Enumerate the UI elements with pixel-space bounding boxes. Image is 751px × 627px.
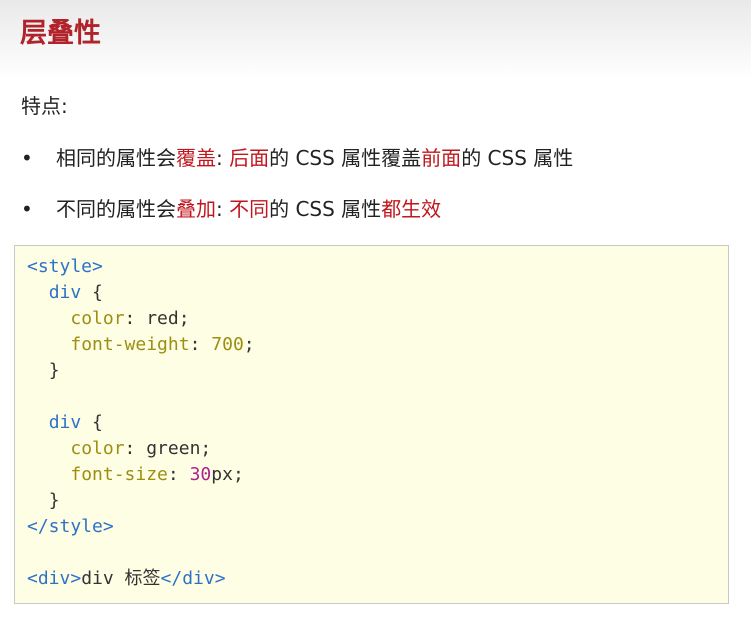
bullet-text: : — [216, 197, 230, 221]
code-value: : green; — [124, 438, 212, 459]
code-tag: <div> — [27, 568, 82, 589]
code-punct: : — [167, 464, 190, 485]
slide-header — [0, 0, 751, 80]
code-line: } — [27, 488, 60, 514]
code-line: <style> — [27, 254, 103, 280]
code-block: <style> div { color: red; font-weight: 7… — [14, 245, 729, 604]
code-text: div 标签 — [81, 568, 161, 589]
bullet-keyword: 不同 — [229, 197, 270, 221]
code-number: 30 — [189, 464, 212, 485]
code-tag: <style> — [27, 256, 103, 277]
code-punct: : — [189, 334, 212, 355]
code-punct: { — [81, 412, 103, 433]
code-line: font-weight: 700; — [27, 332, 255, 358]
subheading: 特点: — [21, 94, 68, 118]
code-line: div { — [27, 280, 103, 306]
code-punct: } — [48, 360, 60, 381]
code-line: </style> — [27, 514, 114, 540]
code-punct: } — [48, 490, 60, 511]
bullet-keyword: 都生效 — [381, 197, 442, 221]
code-punct: ; — [243, 334, 255, 355]
code-line: color: green; — [27, 436, 211, 462]
bullet-text: : — [216, 146, 230, 170]
code-property: font-weight — [70, 334, 190, 355]
code-line: <div>div 标签</div> — [27, 566, 226, 592]
code-line: div { — [27, 410, 103, 436]
code-tag: </div> — [160, 568, 226, 589]
code-value: 700 — [211, 334, 244, 355]
code-line: font-size: 30px; — [27, 462, 244, 488]
code-punct: { — [81, 282, 103, 303]
bullet-keyword: 叠加 — [176, 197, 216, 221]
code-unit: px; — [211, 464, 244, 485]
code-property: color — [70, 308, 125, 329]
code-property: color — [70, 438, 125, 459]
bullet-text: 的 CSS 属性 — [269, 197, 382, 221]
bullet-keyword: 后面 — [229, 146, 270, 170]
bullet-text: 的 CSS 属性覆盖 — [269, 146, 422, 170]
bullet-keyword: 覆盖 — [176, 146, 216, 170]
bullet-text: 的 CSS 属性 — [461, 146, 574, 170]
bullet-marker: • — [21, 197, 33, 221]
bullet-text: 不同的属性会 — [56, 197, 176, 221]
bullet-item: • 相同的属性会覆盖: 后面的 CSS 属性覆盖前面的 CSS 属性 — [21, 142, 573, 174]
code-line: } — [27, 358, 60, 384]
code-selector: div — [48, 282, 82, 303]
code-line: color: red; — [27, 306, 190, 332]
code-value: : red; — [124, 308, 190, 329]
bullet-text: 相同的属性会 — [56, 146, 176, 170]
code-selector: div — [48, 412, 82, 433]
code-property: font-size — [70, 464, 168, 485]
code-tag: </style> — [27, 516, 114, 537]
bullet-marker: • — [21, 146, 33, 170]
bullet-keyword: 前面 — [421, 146, 462, 170]
slide-title: 层叠性 — [20, 18, 101, 49]
bullet-item: • 不同的属性会叠加: 不同的 CSS 属性都生效 — [21, 193, 441, 225]
